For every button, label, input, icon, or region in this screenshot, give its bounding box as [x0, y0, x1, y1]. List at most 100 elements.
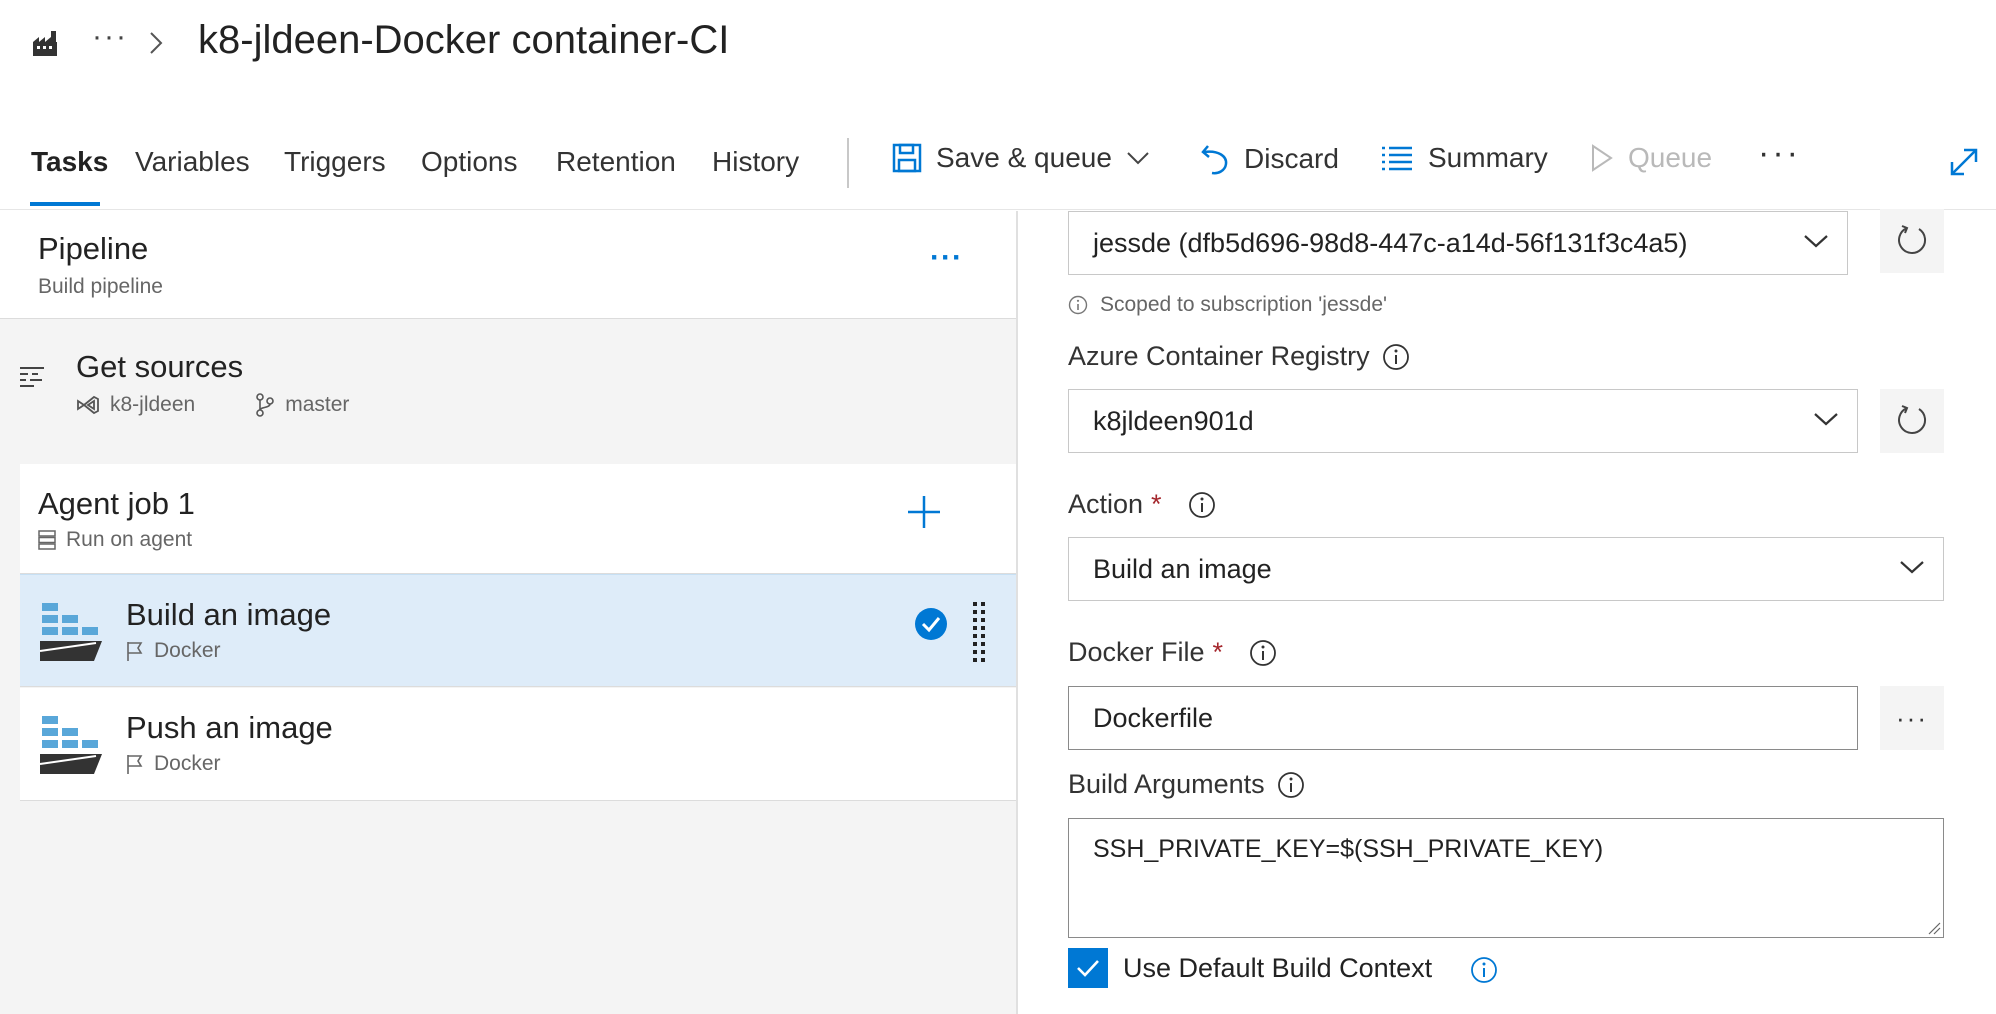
get-sources-item[interactable]: Get sources k8-jldeen master — [0, 319, 1016, 464]
info-icon[interactable] — [1188, 491, 1216, 519]
repo-name: k8-jldeen — [110, 393, 196, 416]
chevron-down-icon — [1900, 561, 1924, 574]
chevron-right-icon — [150, 32, 163, 54]
info-icon[interactable] — [1382, 343, 1410, 371]
discard-label: Discard — [1244, 143, 1339, 174]
refresh-icon — [1898, 405, 1926, 434]
flag-icon — [127, 755, 143, 774]
task-title: Build an image — [126, 597, 332, 632]
discard-button[interactable]: Discard — [1200, 142, 1339, 176]
undo-icon — [1201, 145, 1228, 175]
refresh-icon — [1898, 225, 1926, 254]
queue-label: Queue — [1628, 142, 1713, 173]
add-task-icon[interactable] — [904, 492, 944, 532]
registry-refresh-button[interactable] — [1880, 389, 1944, 453]
task-subtitle-row: Docker — [126, 752, 221, 776]
info-icon — [1068, 295, 1088, 315]
tab-history[interactable]: History — [712, 146, 799, 178]
play-icon — [1592, 144, 1613, 172]
info-icon[interactable] — [1470, 956, 1498, 984]
queue-button[interactable]: Queue — [1590, 142, 1712, 174]
build-args-label-row: Build Arguments — [1068, 769, 1305, 800]
docker-icon — [39, 603, 102, 661]
tab-tasks[interactable]: Tasks — [31, 146, 108, 178]
build-args-textarea[interactable]: SSH_PRIVATE_KEY=$(SSH_PRIVATE_KEY) — [1068, 818, 1944, 938]
task-push-an-image[interactable]: Push an image Docker — [20, 688, 1016, 801]
action-select[interactable]: Build an image — [1068, 537, 1944, 601]
active-tab-indicator — [30, 202, 100, 206]
checkmark-icon — [1077, 960, 1099, 977]
registry-label: Azure Container Registry — [1068, 341, 1370, 371]
agent-job-title: Agent job 1 — [38, 486, 195, 521]
subscription-refresh-button[interactable] — [1880, 209, 1944, 273]
dockerfile-input[interactable]: Dockerfile — [1068, 686, 1858, 750]
summary-button[interactable]: Summary — [1380, 142, 1548, 174]
pipeline-more-button[interactable]: ··· — [930, 241, 963, 275]
use-default-context-label: Use Default Build Context — [1123, 953, 1433, 983]
task-build-an-image[interactable]: Build an image Docker — [20, 574, 1016, 687]
summary-label: Summary — [1428, 142, 1548, 173]
action-value: Build an image — [1093, 553, 1272, 584]
use-default-context-checkbox[interactable] — [1068, 948, 1108, 988]
registry-select[interactable]: k8jldeen901d — [1068, 389, 1858, 453]
info-icon[interactable] — [1277, 771, 1305, 799]
subscription-value: jessde (dfb5d696-98d8-447c-a14d-56f131f3… — [1093, 227, 1688, 258]
task-title: Push an image — [126, 710, 333, 745]
check-circle-icon — [915, 608, 947, 640]
required-marker: * — [1212, 637, 1224, 667]
chevron-down-icon — [1814, 413, 1838, 426]
save-queue-button[interactable]: Save & queue — [892, 142, 1150, 174]
tab-retention[interactable]: Retention — [556, 146, 676, 178]
tab-triggers[interactable]: Triggers — [284, 146, 386, 178]
get-sources-title: Get sources — [76, 349, 244, 384]
build-args-value: SSH_PRIVATE_KEY=$(SSH_PRIVATE_KEY) — [1093, 835, 1604, 863]
breadcrumb-more[interactable]: ··· — [92, 20, 128, 54]
flag-icon — [127, 642, 143, 661]
scope-note: Scoped to subscription 'jessde' — [1068, 293, 1387, 317]
registry-label-row: Azure Container Registry — [1068, 341, 1410, 372]
resize-grip-icon[interactable] — [1927, 921, 1941, 935]
save-icon — [892, 143, 922, 173]
agent-job-card[interactable]: Agent job 1 Run on agent — [20, 464, 1016, 574]
subscription-select[interactable]: jessde (dfb5d696-98d8-447c-a14d-56f131f3… — [1068, 211, 1848, 275]
pipeline-subtitle: Build pipeline — [38, 275, 163, 298]
action-label: Action — [1068, 489, 1144, 519]
chevron-down-icon — [1804, 235, 1828, 248]
toolbar-divider — [847, 138, 849, 188]
agent-job-subtitle-row: Run on agent — [38, 528, 192, 552]
task-subtitle: Docker — [154, 639, 221, 662]
scope-note-text: Scoped to subscription 'jessde' — [1100, 293, 1388, 316]
page-title: k8-jldeen-Docker container-CI — [198, 18, 730, 62]
dockerfile-browse-button[interactable]: ··· — [1880, 686, 1944, 750]
expand-icon[interactable] — [1948, 146, 1980, 178]
pipeline-card[interactable]: Pipeline Build pipeline ··· — [0, 211, 1016, 319]
dockerfile-value: Dockerfile — [1093, 702, 1214, 733]
pipeline-tasks-panel: Pipeline Build pipeline ··· Get sources … — [0, 211, 1018, 1014]
tab-options[interactable]: Options — [421, 146, 518, 178]
task-properties-panel: jessde (dfb5d696-98d8-447c-a14d-56f131f3… — [1020, 209, 1996, 1014]
tab-variables[interactable]: Variables — [135, 146, 250, 178]
action-label-row: Action * — [1068, 489, 1216, 520]
agent-job-subtitle: Run on agent — [66, 528, 193, 551]
info-icon[interactable] — [1249, 639, 1277, 667]
drag-handle-icon[interactable] — [972, 601, 986, 663]
chevron-down-icon — [1127, 152, 1149, 165]
pipeline-title: Pipeline — [38, 231, 149, 266]
sources-meta: k8-jldeen master — [76, 393, 349, 417]
server-icon — [38, 530, 56, 550]
build-factory-icon[interactable] — [30, 28, 60, 58]
tab-bar: Tasks Variables Triggers Options Retenti… — [0, 130, 1996, 210]
visual-studio-icon — [77, 395, 99, 415]
dockerfile-label-row: Docker File * — [1068, 637, 1277, 668]
docker-icon — [39, 716, 102, 774]
save-queue-label: Save & queue — [936, 142, 1112, 173]
header: ··· k8-jldeen-Docker container-CI — [0, 0, 1996, 90]
required-marker: * — [1151, 489, 1162, 519]
more-actions-button[interactable]: ··· — [1758, 134, 1801, 173]
list-icon — [1382, 146, 1412, 171]
task-subtitle-row: Docker — [126, 639, 221, 663]
branch-name: master — [285, 393, 350, 416]
dockerfile-label: Docker File — [1068, 637, 1205, 667]
sources-list-icon — [20, 367, 44, 387]
build-args-label: Build Arguments — [1068, 769, 1265, 799]
